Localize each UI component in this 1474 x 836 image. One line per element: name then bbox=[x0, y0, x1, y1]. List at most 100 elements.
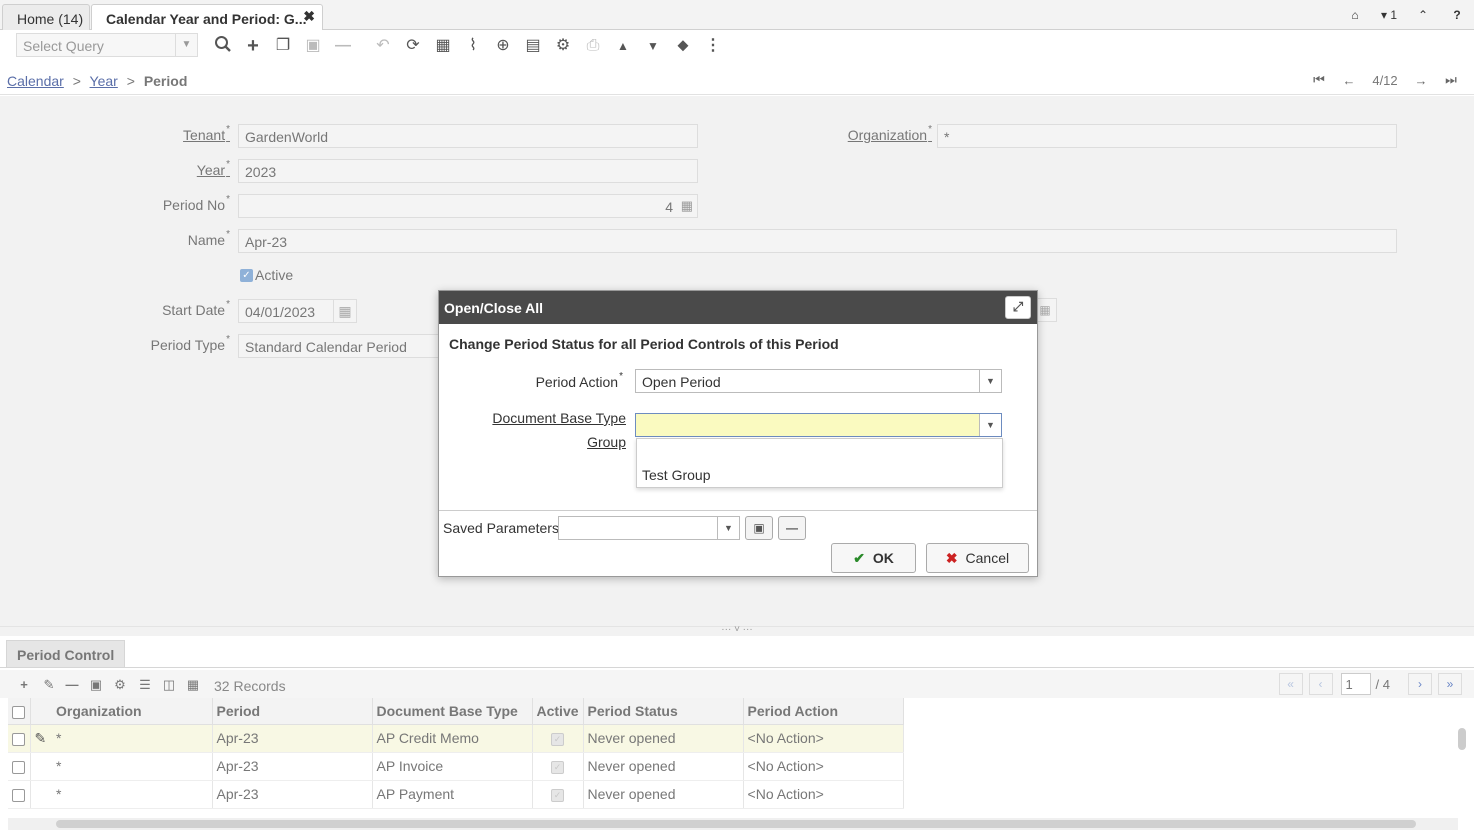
cell-period[interactable]: Apr-23 bbox=[212, 780, 373, 809]
grid-toggle-icon[interactable]: ▦ bbox=[432, 35, 454, 57]
cell-organization[interactable]: * bbox=[52, 724, 213, 753]
period-no-field[interactable]: 4 ▦ bbox=[238, 194, 698, 218]
collapse-icon[interactable]: ⌃ bbox=[1406, 8, 1440, 22]
user-menu-button[interactable]: ▾ 1 bbox=[1372, 8, 1406, 22]
cell-document-base-type[interactable]: AP Payment bbox=[372, 780, 533, 809]
copy-record-icon[interactable]: ❐ bbox=[272, 35, 294, 57]
chevron-down-icon[interactable]: ▼ bbox=[979, 370, 1001, 392]
previous-record-icon[interactable]: ▲ bbox=[612, 35, 634, 57]
chevron-down-icon[interactable]: ▼ bbox=[175, 34, 197, 56]
breadcrumb-calendar-link[interactable]: Calendar bbox=[7, 73, 64, 89]
search-icon[interactable] bbox=[212, 35, 234, 57]
row-edit-cell[interactable] bbox=[30, 780, 52, 809]
organization-field[interactable]: * bbox=[937, 124, 1397, 148]
new-record-icon[interactable]: + bbox=[242, 35, 264, 57]
cell-period-action[interactable]: <No Action> bbox=[743, 724, 904, 753]
row-select-cell[interactable] bbox=[8, 752, 31, 781]
tag-icon[interactable]: ⬥ bbox=[672, 35, 694, 57]
last-record-icon[interactable]: ⏭ bbox=[1436, 72, 1466, 88]
grid-edit-icon[interactable]: ✎ bbox=[40, 676, 58, 694]
row-edit-cell[interactable] bbox=[30, 752, 52, 781]
year-field[interactable]: 2023 bbox=[238, 159, 698, 183]
cell-period-action[interactable]: <No Action> bbox=[743, 752, 904, 781]
saved-parameters-combo[interactable]: ▼ bbox=[558, 516, 740, 540]
grid-delete-icon[interactable]: — bbox=[63, 676, 81, 694]
period-action-combo[interactable]: Open Period ▼ bbox=[635, 369, 1002, 393]
edit-icon[interactable]: ✎ bbox=[35, 730, 47, 746]
zoom-icon[interactable]: ⊕ bbox=[492, 35, 514, 57]
next-record-icon[interactable]: ▼ bbox=[642, 35, 664, 57]
attachment-icon[interactable]: ⌇ bbox=[462, 35, 484, 57]
row-select-cell[interactable] bbox=[8, 724, 31, 753]
save-parameters-icon[interactable]: ▣ bbox=[745, 516, 773, 540]
name-field[interactable]: Apr-23 bbox=[238, 229, 1397, 253]
panel-splitter[interactable]: ··· ˅ ··· bbox=[0, 625, 1474, 636]
cell-active[interactable]: ✓ bbox=[532, 780, 584, 809]
cell-period-status[interactable]: Never opened bbox=[583, 780, 744, 809]
delete-parameters-icon[interactable]: — bbox=[778, 516, 806, 540]
vertical-scrollbar[interactable] bbox=[1458, 728, 1466, 750]
chevron-down-icon[interactable]: ▼ bbox=[717, 517, 739, 539]
dropdown-option-test-group[interactable]: Test Group bbox=[642, 467, 710, 483]
prev-page-button[interactable]: ‹ bbox=[1308, 673, 1333, 695]
undo-icon[interactable]: ↶ bbox=[372, 35, 394, 57]
cell-document-base-type[interactable]: AP Credit Memo bbox=[372, 724, 533, 753]
organization-label[interactable]: Organization* bbox=[820, 124, 932, 143]
grid-gear-icon[interactable]: ⚙ bbox=[111, 676, 129, 694]
column-header-period[interactable]: Period bbox=[212, 698, 373, 725]
table-row[interactable]: ✎ * Apr-23 AP Credit Memo ✓ Never opened… bbox=[8, 724, 904, 753]
calculator-icon[interactable]: ▦ bbox=[681, 198, 693, 214]
row-edit-cell[interactable]: ✎ bbox=[30, 724, 52, 753]
help-icon[interactable]: ? bbox=[1440, 8, 1474, 22]
refresh-icon[interactable]: ⟳ bbox=[402, 35, 424, 57]
row-checkbox[interactable] bbox=[12, 760, 25, 774]
cell-period-action[interactable]: <No Action> bbox=[743, 780, 904, 809]
report-icon[interactable]: ▤ bbox=[522, 35, 544, 57]
tenant-label[interactable]: Tenant* bbox=[150, 124, 230, 143]
column-header-period-status[interactable]: Period Status bbox=[583, 698, 744, 725]
breadcrumb-year-link[interactable]: Year bbox=[90, 73, 118, 89]
tab-home[interactable]: Home (14) bbox=[2, 4, 90, 30]
column-header-active[interactable]: Active bbox=[532, 698, 584, 725]
grid-save-icon[interactable]: ▣ bbox=[87, 676, 105, 694]
ok-button[interactable]: ✔ OK bbox=[831, 543, 916, 573]
save-icon[interactable]: ▣ bbox=[302, 35, 324, 57]
horizontal-scrollbar[interactable] bbox=[56, 820, 1416, 828]
grid-table-icon[interactable]: ▦ bbox=[184, 676, 202, 694]
close-tab-icon[interactable]: ✖ bbox=[303, 8, 315, 25]
table-row[interactable]: * Apr-23 AP Invoice ✓ Never opened <No A… bbox=[8, 752, 904, 781]
document-base-type-group-combo[interactable]: ▼ bbox=[635, 413, 1002, 437]
page-input[interactable]: 1 bbox=[1340, 673, 1371, 695]
last-page-button[interactable]: » bbox=[1438, 673, 1462, 695]
column-header-organization[interactable]: Organization bbox=[52, 698, 213, 725]
cell-period-status[interactable]: Never opened bbox=[583, 724, 744, 753]
active-checkbox[interactable]: ✓ bbox=[240, 269, 253, 282]
maximize-icon[interactable]: ⤢ bbox=[1005, 296, 1031, 319]
cell-period[interactable]: Apr-23 bbox=[212, 752, 373, 781]
cell-period[interactable]: Apr-23 bbox=[212, 724, 373, 753]
column-header-period-action[interactable]: Period Action bbox=[743, 698, 904, 725]
year-label[interactable]: Year* bbox=[150, 159, 230, 178]
next-record-arrow-icon[interactable]: → bbox=[1406, 73, 1436, 88]
cell-active[interactable]: ✓ bbox=[532, 752, 584, 781]
print-icon[interactable]: ⎙ bbox=[582, 35, 604, 57]
grid-columns-icon[interactable]: ◫ bbox=[160, 676, 178, 694]
cell-organization[interactable]: * bbox=[52, 752, 213, 781]
tenant-field[interactable]: GardenWorld bbox=[238, 124, 698, 148]
cell-period-status[interactable]: Never opened bbox=[583, 752, 744, 781]
row-select-cell[interactable] bbox=[8, 780, 31, 809]
cell-active[interactable]: ✓ bbox=[532, 724, 584, 753]
select-all-checkbox[interactable] bbox=[12, 705, 25, 719]
select-query-dropdown[interactable]: Select Query ▼ bbox=[16, 33, 198, 57]
row-checkbox[interactable] bbox=[12, 788, 25, 802]
cancel-button[interactable]: ✖ Cancel bbox=[926, 543, 1029, 573]
more-options-icon[interactable]: ⋮ bbox=[702, 35, 724, 57]
table-row[interactable]: * Apr-23 AP Payment ✓ Never opened <No A… bbox=[8, 780, 904, 809]
column-header-document-base-type[interactable]: Document Base Type bbox=[372, 698, 533, 725]
home-icon[interactable]: ⌂ bbox=[1338, 8, 1372, 22]
tab-calendar-year-period[interactable]: Calendar Year and Period: G... ✖ bbox=[91, 4, 323, 31]
document-base-type-group-label[interactable]: Document Base Type Group bbox=[469, 406, 626, 454]
first-record-icon[interactable]: ⏮ bbox=[1304, 72, 1334, 88]
delete-icon[interactable]: — bbox=[332, 35, 354, 57]
grid-list-icon[interactable]: ☰ bbox=[136, 676, 154, 694]
